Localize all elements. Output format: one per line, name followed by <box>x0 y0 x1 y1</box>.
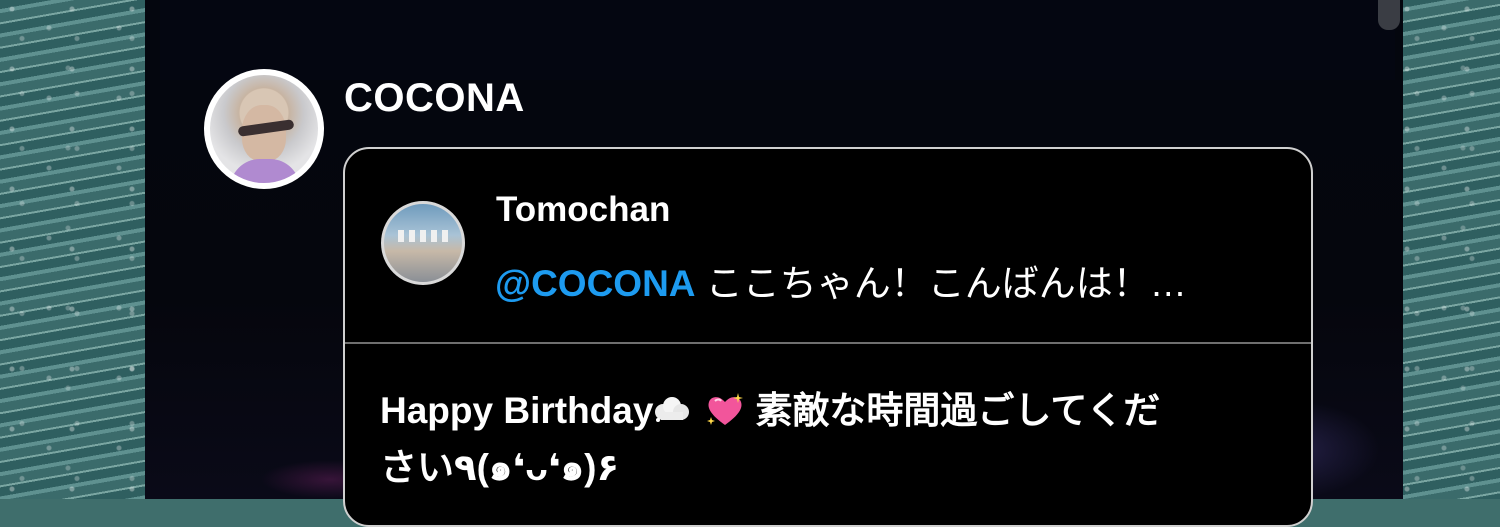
quoted-post-body: ここちゃん！こんばんは！… <box>695 263 1187 304</box>
reply-line1-start: Happy Birthday <box>380 390 654 431</box>
sparkling-heart-icon <box>707 393 744 426</box>
scrollbar-thumb[interactable] <box>1378 0 1400 30</box>
avatar-image <box>210 75 318 183</box>
quoted-post-author[interactable]: Tomochan <box>496 190 670 230</box>
cloud-icon <box>655 397 690 423</box>
avatar-collar <box>230 159 300 183</box>
username[interactable]: COCONA <box>344 76 525 121</box>
avatar[interactable] <box>204 69 324 189</box>
avatar-figures <box>398 230 452 242</box>
reply-line2: さい٩(๑❛ᴗ❛๑)۶ <box>380 447 620 488</box>
mention-link[interactable]: @COCONA <box>495 263 696 304</box>
divider <box>345 342 1311 344</box>
ocean-background-right <box>1395 0 1500 499</box>
quoted-post-text: @COCONA ここちゃん！こんばんは！… <box>495 253 1187 307</box>
quoted-post-avatar[interactable] <box>381 201 465 285</box>
reply-text: Happy Birthday 素敵な時間過ごしてくだ さい٩(๑❛ᴗ❛๑)۶ <box>380 382 1290 496</box>
reply-line1-end: 素敵な時間過ごしてくだ <box>755 390 1161 431</box>
ocean-background-left <box>0 0 160 499</box>
post-screen-top <box>160 0 1395 80</box>
